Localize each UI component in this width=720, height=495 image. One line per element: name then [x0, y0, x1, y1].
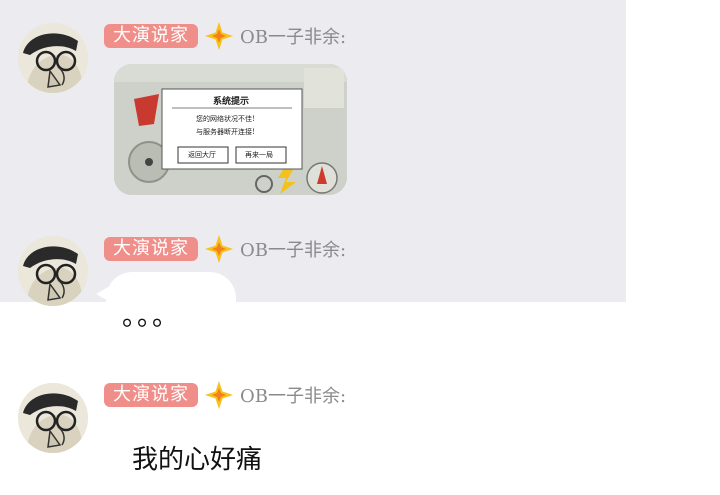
- dialog-title: 系统提示: [213, 97, 250, 107]
- dialog-message-line: 与服务器断开连接!: [196, 128, 255, 136]
- image-attachment[interactable]: 系统提示 您的网络状况不佳! 与服务器断开连接! 返回大厅 再来一局: [114, 64, 347, 195]
- star-icon: [205, 235, 233, 263]
- title-badge: 大演说家: [104, 383, 198, 407]
- bubble-tail: [96, 432, 110, 448]
- dialog-message-line: 您的网络状况不佳!: [196, 115, 255, 123]
- avatar[interactable]: [18, 23, 88, 93]
- avatar[interactable]: [18, 236, 88, 306]
- bubble-tail: [96, 286, 110, 302]
- star-icon: [205, 381, 233, 409]
- message-meta: 大演说家 OB一子非余:: [104, 235, 347, 263]
- star-icon: [205, 22, 233, 50]
- message-meta: 大演说家 OB一子非余:: [104, 22, 347, 50]
- message-bubble[interactable]: 我的心好痛: [106, 418, 296, 492]
- title-badge: 大演说家: [104, 237, 198, 261]
- message-bubble[interactable]: 。。。: [106, 272, 236, 346]
- message-meta: 大演说家 OB一子非余:: [104, 381, 347, 409]
- sender-name: OB一子非余:: [240, 240, 347, 261]
- message-text: 。。。: [122, 302, 181, 332]
- message-text: 我的心好痛: [132, 445, 263, 475]
- sender-name: OB一子非余:: [240, 27, 347, 48]
- dialog-button-again: 再来一局: [245, 151, 273, 159]
- title-badge: 大演说家: [104, 24, 198, 48]
- avatar[interactable]: [18, 383, 88, 453]
- sender-name: OB一子非余:: [240, 386, 347, 407]
- dialog-button-lobby: 返回大厅: [188, 151, 216, 159]
